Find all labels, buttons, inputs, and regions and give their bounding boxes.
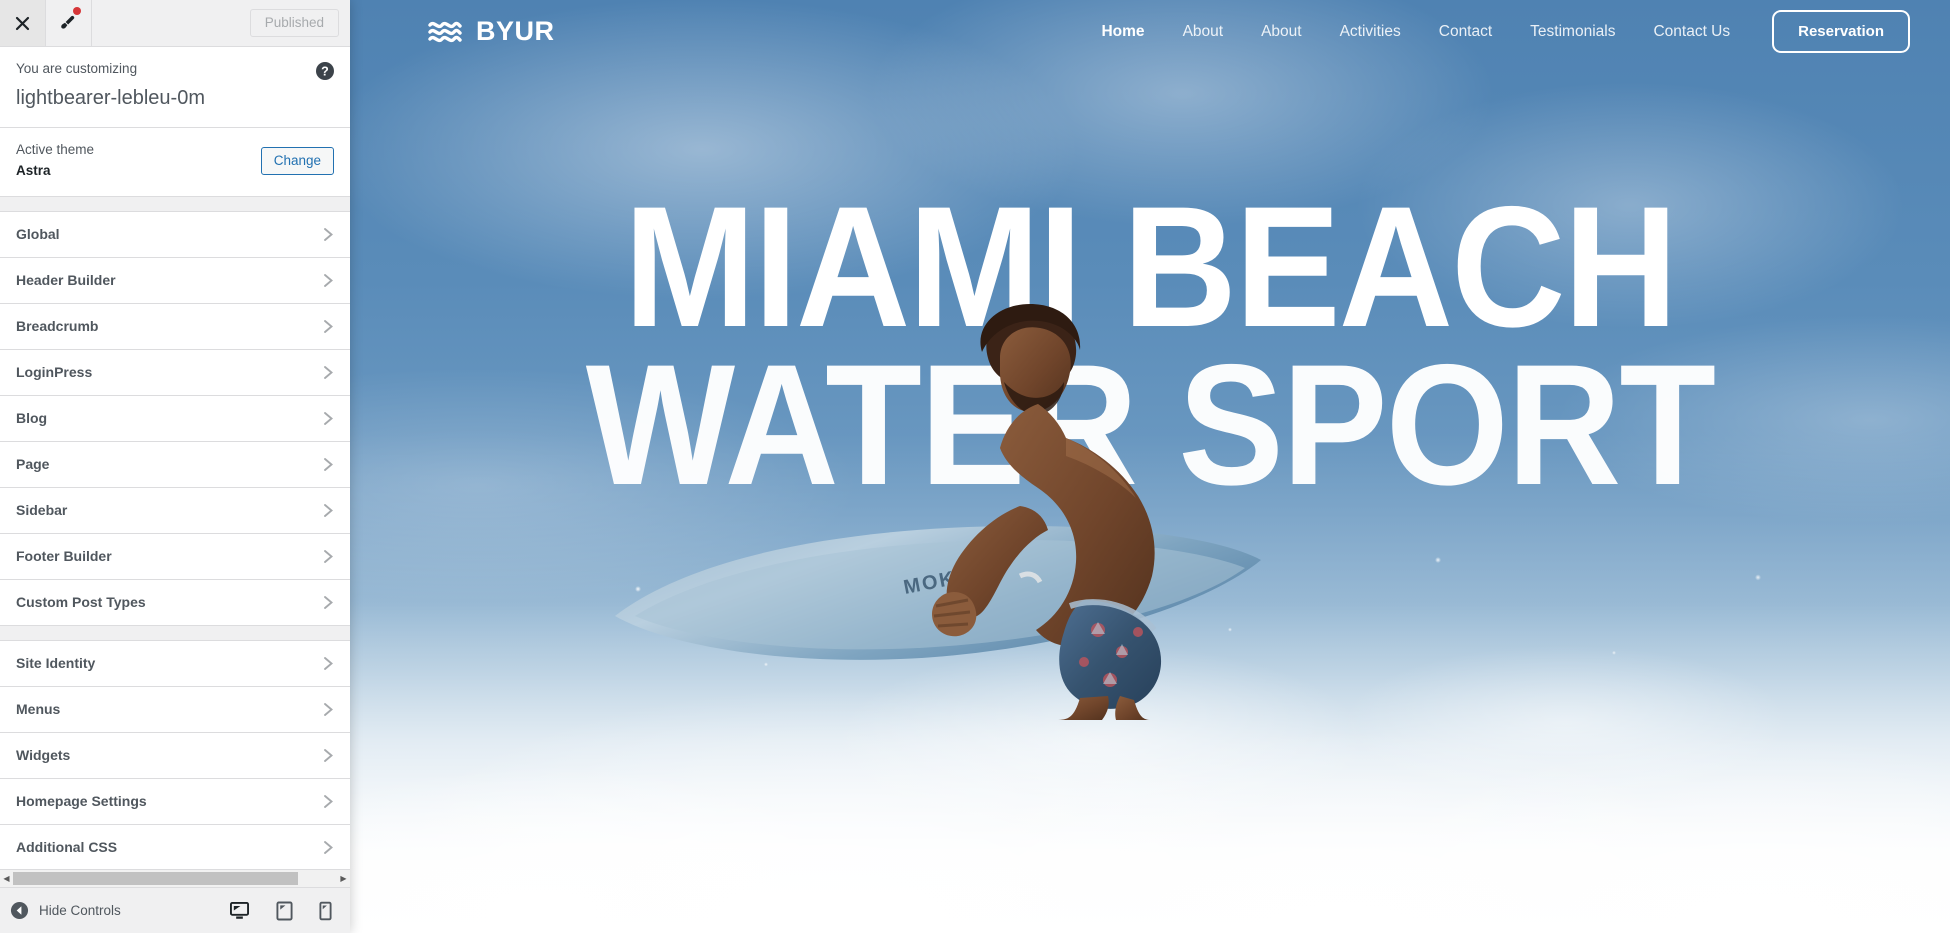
mobile-preview-button[interactable] <box>319 901 332 921</box>
customizer-preview-frame[interactable]: MIAMI BEACH WATER SPORT MOKU BYUR Home A… <box>350 0 1950 933</box>
section-item-global[interactable]: Global <box>0 212 350 259</box>
section-item-header-builder[interactable]: Header Builder <box>0 258 350 305</box>
screen-root: MIAMI BEACH WATER SPORT MOKU BYUR Home A… <box>0 0 1950 933</box>
nav-item-testimonials[interactable]: Testimonials <box>1530 23 1615 41</box>
site-logo[interactable]: BYUR <box>428 16 555 47</box>
mobile-icon <box>319 901 332 920</box>
section-label: Additional CSS <box>16 838 118 855</box>
scrollbar-thumb[interactable] <box>13 872 299 885</box>
chevron-right-icon <box>323 411 334 426</box>
section-label: Breadcrumb <box>16 317 99 334</box>
customizer-footer-bar: Hide Controls <box>0 887 350 933</box>
chevron-right-icon <box>323 273 334 288</box>
svg-text:?: ? <box>321 65 329 79</box>
section-item-breadcrumb[interactable]: Breadcrumb <box>0 304 350 351</box>
wp-customizer-sidebar: Published You are customizing lightbeare… <box>0 0 350 933</box>
chevron-right-icon <box>323 549 334 564</box>
chevron-right-icon <box>323 840 334 855</box>
section-label: Menus <box>16 700 61 717</box>
chevron-right-icon <box>323 656 334 671</box>
scrollbar-track[interactable] <box>13 870 337 887</box>
scroll-left-arrow-icon[interactable]: ◀ <box>0 870 13 887</box>
chevron-right-icon <box>323 595 334 610</box>
active-theme-panel: Active theme Astra Change <box>0 128 350 198</box>
section-item-loginpress[interactable]: LoginPress <box>0 350 350 397</box>
wave-logo-icon <box>428 21 462 42</box>
change-theme-button[interactable]: Change <box>260 147 334 176</box>
reservation-button[interactable]: Reservation <box>1772 10 1910 53</box>
desktop-icon <box>230 901 249 919</box>
section-group-separator-middle <box>0 626 350 642</box>
tablet-preview-button[interactable] <box>276 901 293 921</box>
close-x-icon <box>15 16 30 30</box>
section-label: Site Identity <box>16 654 96 671</box>
chevron-right-icon <box>323 319 334 334</box>
sidebar-horizontal-scrollbar[interactable]: ◀ ▶ <box>0 869 350 887</box>
section-label: Page <box>16 455 50 472</box>
section-label: LoginPress <box>16 363 93 380</box>
section-label: Blog <box>16 409 48 426</box>
chevron-right-icon <box>323 503 334 518</box>
chevron-right-icon <box>323 794 334 809</box>
active-theme-label: Active theme <box>16 142 95 158</box>
nav-item-about-1[interactable]: About <box>1183 23 1224 41</box>
section-item-site-identity[interactable]: Site Identity <box>0 641 350 688</box>
section-item-page[interactable]: Page <box>0 442 350 489</box>
section-item-sidebar[interactable]: Sidebar <box>0 488 350 535</box>
customizer-topbar: Published <box>0 0 350 47</box>
section-item-menus[interactable]: Menus <box>0 687 350 734</box>
section-item-homepage-settings[interactable]: Homepage Settings <box>0 779 350 826</box>
publish-button[interactable]: Published <box>249 9 339 37</box>
section-item-blog[interactable]: Blog <box>0 396 350 443</box>
close-customizer-button[interactable] <box>0 0 46 46</box>
chevron-right-icon <box>323 227 334 242</box>
collapse-left-arrow-icon <box>10 901 29 920</box>
section-label: Widgets <box>16 746 71 763</box>
site-header: BYUR Home About About Activities Contact… <box>350 0 1950 63</box>
customizing-label: You are customizing <box>16 61 138 76</box>
theme-notification-dot <box>73 7 81 15</box>
hide-controls-button[interactable]: Hide Controls <box>10 901 229 920</box>
nav-item-contact-us[interactable]: Contact Us <box>1653 23 1730 41</box>
tablet-icon <box>276 901 293 920</box>
site-brand-name: BYUR <box>476 16 555 46</box>
section-label: Header Builder <box>16 271 116 288</box>
nav-item-about-2[interactable]: About <box>1261 23 1302 41</box>
section-label: Homepage Settings <box>16 792 147 809</box>
nav-item-home[interactable]: Home <box>1101 23 1144 41</box>
section-label: Footer Builder <box>16 547 112 564</box>
customizer-sections-list: Global Header Builder Breadcrumb LoginPr… <box>0 197 350 869</box>
nav-item-contact[interactable]: Contact <box>1439 23 1492 41</box>
section-item-custom-post-types[interactable]: Custom Post Types <box>0 580 350 627</box>
site-nav: Home About About Activities Contact Test… <box>555 23 1773 41</box>
active-theme-name: Astra <box>16 163 51 179</box>
section-group-separator-top <box>0 197 350 213</box>
customizer-themes-button[interactable] <box>46 0 92 46</box>
chevron-right-icon <box>323 365 334 380</box>
paintbrush-icon <box>61 15 75 29</box>
section-item-additional-css[interactable]: Additional CSS <box>0 825 350 869</box>
section-item-widgets[interactable]: Widgets <box>0 733 350 780</box>
help-question-icon[interactable]: ? <box>315 61 335 81</box>
customizing-info-panel: You are customizing lightbearer-lebleu-0… <box>0 47 350 129</box>
section-label: Custom Post Types <box>16 593 146 610</box>
surfer-image <box>932 304 1162 720</box>
active-theme-info: Active theme Astra <box>16 140 94 182</box>
section-label: Sidebar <box>16 501 68 518</box>
nav-item-activities[interactable]: Activities <box>1340 23 1401 41</box>
desktop-preview-button[interactable] <box>229 901 250 920</box>
section-label: Global <box>16 225 60 242</box>
chevron-right-icon <box>323 457 334 472</box>
customizing-site-title: lightbearer-lebleu-0m <box>16 87 205 110</box>
device-preview-switcher <box>229 901 338 921</box>
hide-controls-label: Hide Controls <box>39 903 121 918</box>
scroll-right-arrow-icon[interactable]: ▶ <box>337 870 350 887</box>
chevron-right-icon <box>323 702 334 717</box>
chevron-right-icon <box>323 748 334 763</box>
section-item-footer-builder[interactable]: Footer Builder <box>0 534 350 581</box>
